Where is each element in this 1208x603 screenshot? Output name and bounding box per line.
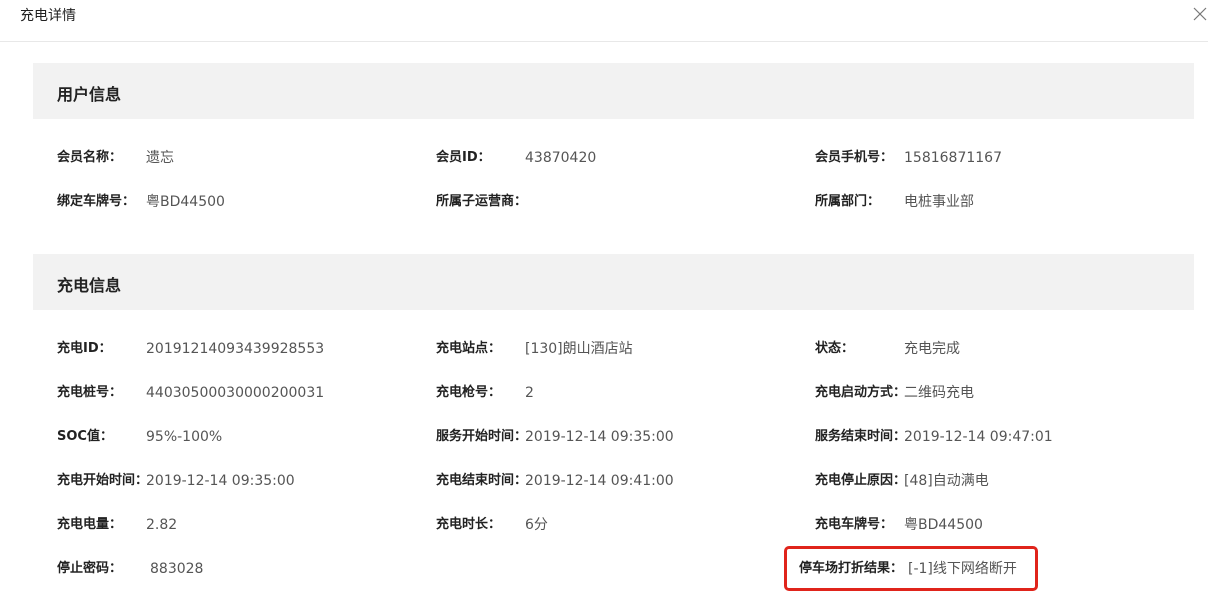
sub-operator-label: 所属子运营商： (436, 194, 528, 209)
parking-discount-label: 停车场打折结果： (799, 561, 904, 576)
member-name-label: 会员名称： (57, 150, 123, 165)
stop-reason-label: 充电停止原因： (815, 473, 907, 488)
charge-end-label: 充电结束时间： (436, 473, 528, 488)
charge-plate-label: 充电车牌号： (815, 517, 894, 532)
charge-info-section-header: 充电信息 (33, 254, 1194, 310)
close-icon (1193, 7, 1207, 21)
member-phone-value: 15816871167 (904, 150, 1002, 166)
member-name-value: 遗忘 (146, 150, 174, 166)
status-value: 充电完成 (904, 341, 960, 357)
energy-label: 充电电量： (57, 517, 123, 532)
charge-id-value: 20191214093439928553 (146, 341, 325, 357)
charge-id-label: 充电ID： (57, 341, 112, 356)
duration-label: 充电时长： (436, 517, 502, 532)
duration-value: 6分 (525, 517, 548, 533)
member-id-label: 会员ID： (436, 150, 491, 165)
dialog-header: 充电详情 (0, 0, 1208, 42)
station-label: 充电站点： (436, 341, 502, 356)
pile-no-label: 充电桩号： (57, 385, 123, 400)
service-start-label: 服务开始时间： (436, 429, 528, 444)
stop-reason-value: [48]自动满电 (904, 473, 989, 489)
service-end-value: 2019-12-14 09:47:01 (904, 429, 1053, 445)
energy-value: 2.82 (146, 517, 178, 533)
bound-plate-value: 粤BD44500 (146, 194, 225, 210)
department-label: 所属部门： (815, 194, 881, 209)
service-start-value: 2019-12-14 09:35:00 (525, 429, 674, 445)
gun-no-label: 充电枪号： (436, 385, 502, 400)
gun-no-value: 2 (525, 385, 534, 401)
soc-label: SOC值： (57, 429, 113, 444)
start-mode-label: 充电启动方式： (815, 385, 907, 400)
bound-plate-label: 绑定车牌号： (57, 194, 136, 209)
soc-value: 95%-100% (146, 429, 223, 445)
service-end-label: 服务结束时间： (815, 429, 907, 444)
stop-password-label: 停止密码： (57, 561, 123, 576)
member-phone-label: 会员手机号： (815, 150, 894, 165)
charge-start-value: 2019-12-14 09:35:00 (146, 473, 295, 489)
parking-discount-value: [-1]线下网络断开 (908, 561, 1017, 577)
start-mode-value: 二维码充电 (904, 385, 974, 401)
station-value: [130]朗山酒店站 (525, 341, 633, 357)
member-id-value: 43870420 (525, 150, 597, 166)
charge-info-title: 充电信息 (57, 276, 122, 295)
user-info-section-header: 用户信息 (33, 63, 1194, 119)
dialog-title: 充电详情 (20, 8, 76, 24)
user-info-title: 用户信息 (57, 85, 122, 104)
stop-password-value: 883028 (150, 561, 204, 577)
department-value: 电桩事业部 (904, 194, 974, 210)
charge-start-label: 充电开始时间： (57, 473, 149, 488)
close-button[interactable] (1192, 6, 1208, 22)
status-label: 状态： (815, 341, 855, 356)
pile-no-value: 44030500030000200031 (146, 385, 325, 401)
charge-plate-value: 粤BD44500 (904, 517, 983, 533)
charge-end-value: 2019-12-14 09:41:00 (525, 473, 674, 489)
